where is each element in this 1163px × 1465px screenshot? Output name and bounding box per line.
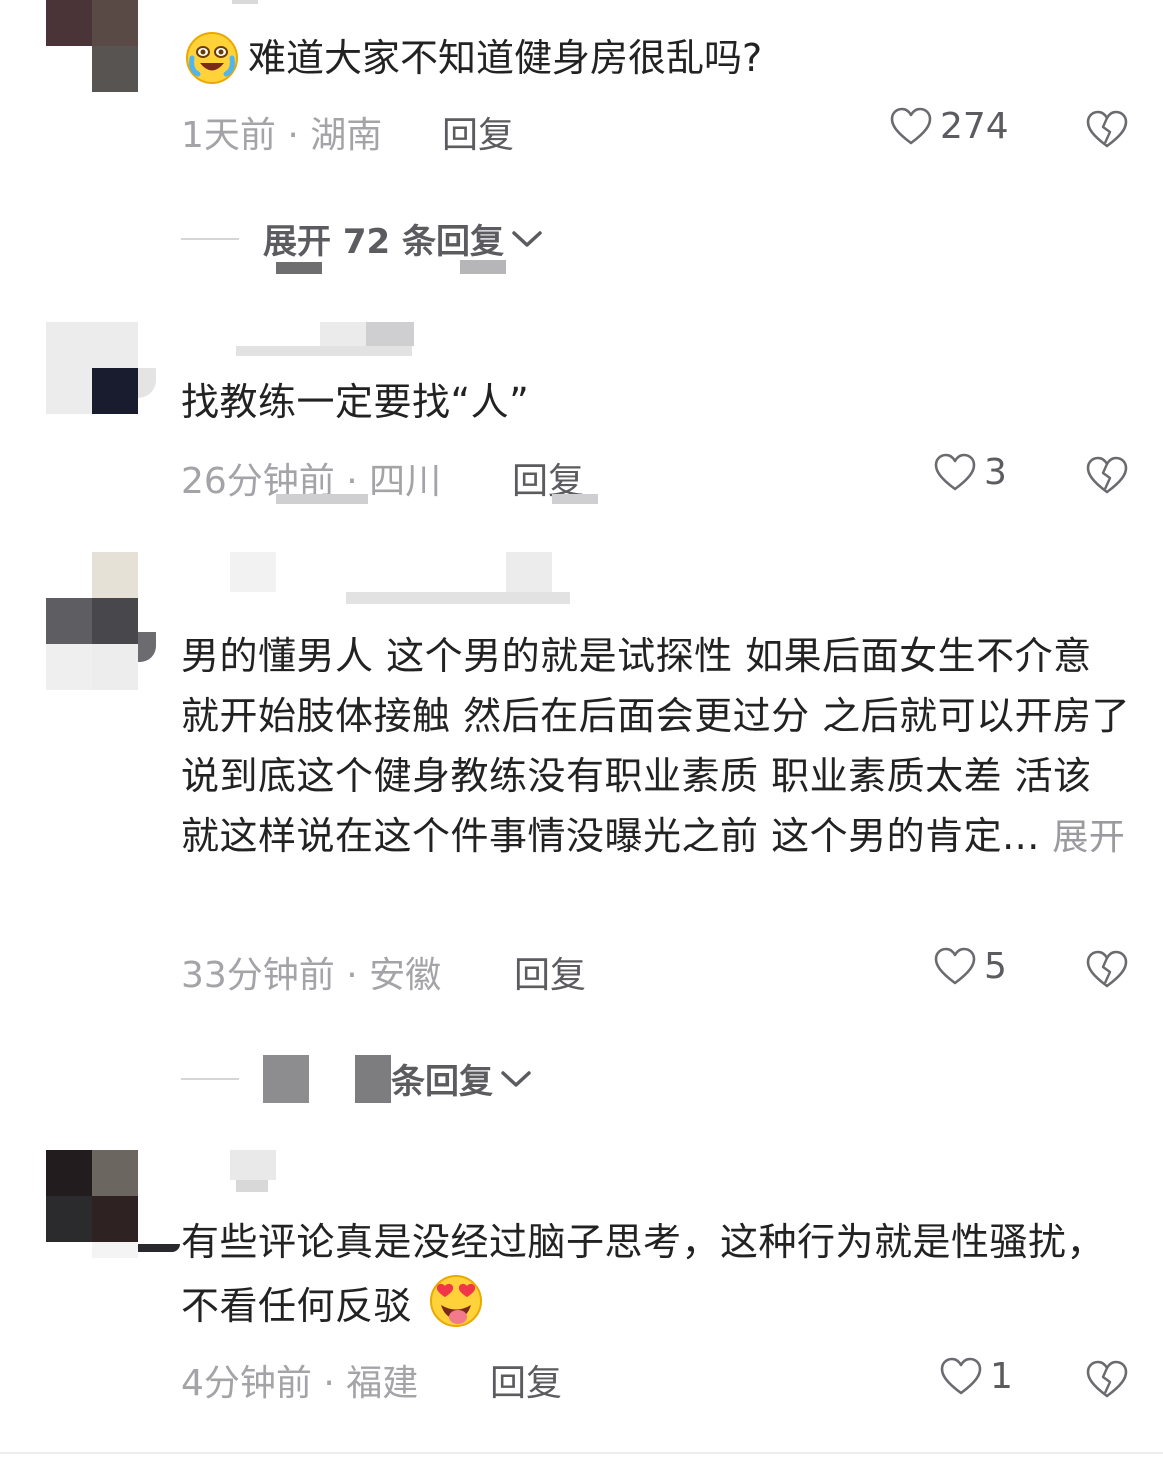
separator: · xyxy=(287,115,299,156)
like-count: 3 xyxy=(984,452,1007,493)
like-count: 1 xyxy=(990,1356,1013,1397)
chevron-down-icon xyxy=(512,230,542,247)
username-pixelated xyxy=(320,322,366,346)
comment-time: 4分钟前 xyxy=(181,1363,312,1404)
reply-button[interactable]: 回复 xyxy=(490,1354,562,1406)
pixelation-block xyxy=(309,1054,355,1103)
pixelation-block xyxy=(276,494,368,504)
comment-text: 找教练一定要找“人” xyxy=(181,380,530,424)
separator: · xyxy=(346,955,358,996)
username-pixelated xyxy=(506,552,552,592)
comment-text: 难道大家不知道健身房很乱吗? xyxy=(248,36,763,80)
comment-body: 男的懂男人 这个男的就是试探性 如果后面女生不介意 就开始肢体接触 然后在后面会… xyxy=(181,634,1131,858)
comment-location: 福建 xyxy=(346,1363,419,1404)
heart-outline-icon xyxy=(934,947,976,984)
avatar[interactable] xyxy=(46,322,156,414)
heart-eyes-tongue-emoji xyxy=(427,1272,485,1345)
comment-text: 有些评论真是没经过脑子思考，这种行为就是性骚扰，不看任何反驳 xyxy=(181,1212,1131,1345)
pixelation-block xyxy=(355,1054,391,1103)
like-count: 5 xyxy=(984,946,1007,987)
username-pixelated xyxy=(236,346,412,356)
comment-time: 33分钟前 xyxy=(181,955,335,996)
heart-outline-icon xyxy=(934,453,976,490)
expand-label: 条回复 xyxy=(391,1062,493,1102)
username-pixelated xyxy=(236,1180,268,1192)
comment-time: 1天前 xyxy=(181,115,276,156)
pixelation-block xyxy=(552,494,598,504)
reply-button[interactable]: 回复 xyxy=(442,106,514,158)
username-pixelated xyxy=(346,592,570,604)
pixelation-block xyxy=(460,260,506,274)
dislike-button[interactable] xyxy=(1086,950,1128,994)
comment-location: 安徽 xyxy=(369,955,442,996)
divider-line xyxy=(181,237,239,240)
broken-heart-icon xyxy=(1086,1360,1128,1398)
bottom-divider xyxy=(0,1452,1163,1454)
like-count: 274 xyxy=(940,106,1009,147)
broken-heart-icon xyxy=(1086,950,1128,988)
pixelation-block xyxy=(276,262,322,274)
like-button[interactable]: 5 xyxy=(934,946,1007,987)
comment-location: 湖南 xyxy=(310,115,383,156)
comment-meta: 4分钟前 · 福建 xyxy=(181,1354,418,1406)
expand-replies-button[interactable]: 条回复 xyxy=(181,1054,533,1103)
crying-laughing-emoji xyxy=(184,30,240,90)
like-button[interactable]: 1 xyxy=(940,1356,1013,1397)
comment-body: 有些评论真是没经过脑子思考，这种行为就是性骚扰，不看任何反驳 xyxy=(181,1220,1106,1328)
separator: · xyxy=(323,1363,335,1404)
comment-location: 四川 xyxy=(369,461,442,502)
username-fragment xyxy=(232,0,258,4)
like-button[interactable]: 274 xyxy=(890,106,1009,147)
comment-meta: 33分钟前 · 安徽 xyxy=(181,946,441,998)
dislike-button[interactable] xyxy=(1086,1360,1128,1404)
username-pixelated xyxy=(366,322,414,346)
reply-button[interactable]: 回复 xyxy=(514,946,586,998)
expand-replies-button[interactable]: 展开 72 条回复 xyxy=(181,214,544,263)
divider-line xyxy=(181,1077,239,1080)
username-pixelated xyxy=(230,1150,276,1180)
comment-meta: 1天前 · 湖南 xyxy=(181,106,382,158)
avatar[interactable] xyxy=(46,1150,180,1262)
avatar[interactable] xyxy=(46,0,138,92)
expand-label: 展开 72 条回复 xyxy=(263,222,504,262)
dislike-button[interactable] xyxy=(1086,456,1128,500)
username-pixelated xyxy=(230,552,276,592)
heart-outline-icon xyxy=(940,1357,982,1394)
expand-text-link[interactable]: 展开 xyxy=(1052,817,1125,858)
broken-heart-icon xyxy=(1086,110,1128,148)
dislike-button[interactable] xyxy=(1086,110,1128,154)
broken-heart-icon xyxy=(1086,456,1128,494)
comment-text: 男的懂男人 这个男的就是试探性 如果后面女生不介意 就开始肢体接触 然后在后面会… xyxy=(181,626,1131,868)
pixelation-block xyxy=(263,1054,309,1103)
avatar[interactable] xyxy=(46,552,156,690)
heart-outline-icon xyxy=(890,107,932,144)
chevron-down-icon xyxy=(501,1070,531,1087)
like-button[interactable]: 3 xyxy=(934,452,1007,493)
